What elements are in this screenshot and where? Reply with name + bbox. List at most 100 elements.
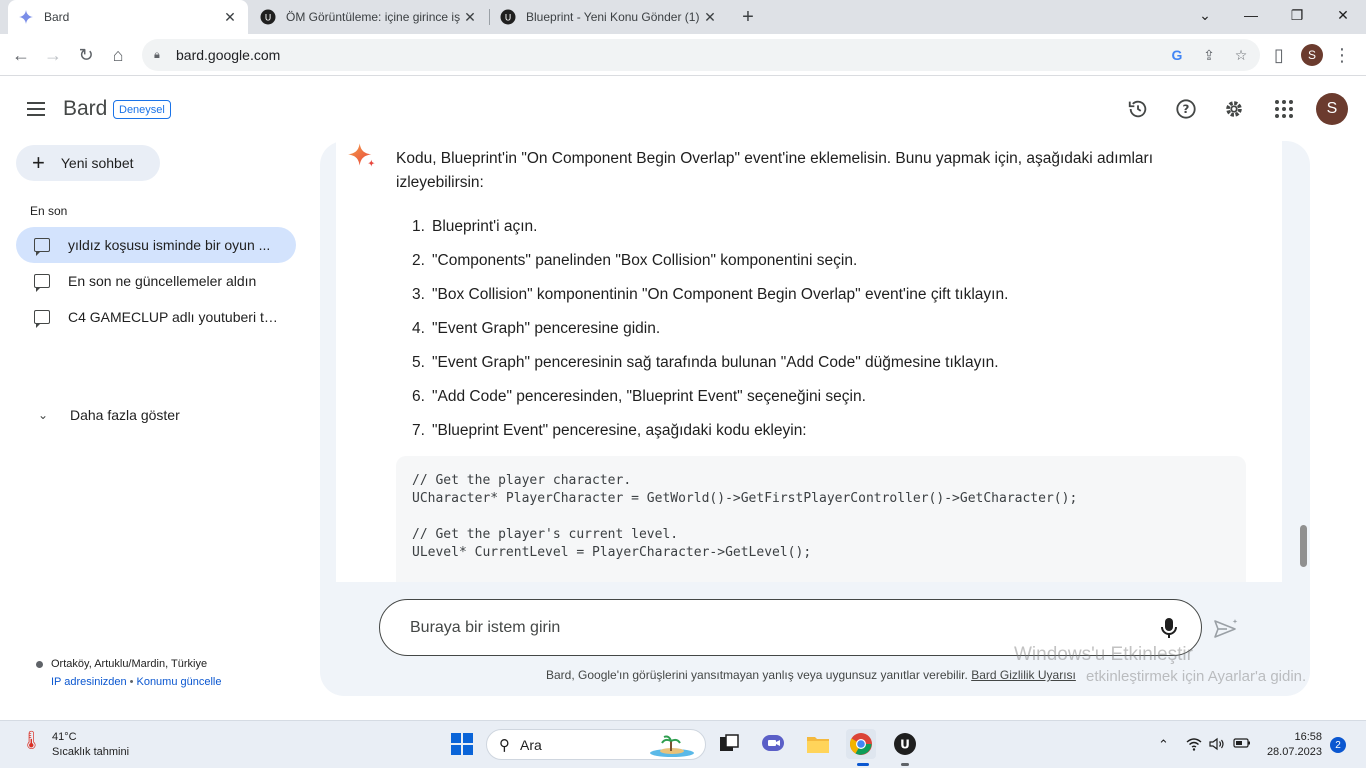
app-brand: Bard [63, 97, 108, 120]
activation-watermark-title: Windows'u Etkinleştir [1014, 644, 1193, 665]
tab-blueprint[interactable]: U Blueprint - Yeni Konu Gönder (1) ✕ [490, 0, 728, 34]
app-header: Bard Deneysel ? S [0, 77, 1366, 141]
microphone-icon[interactable] [1160, 616, 1178, 640]
recent-heading: En son [30, 204, 68, 218]
response-intro: Kodu, Blueprint'in "On Component Begin O… [396, 150, 1154, 191]
settings-icon[interactable] [1222, 97, 1246, 121]
send-icon[interactable] [1213, 618, 1239, 640]
bard-sparkle-icon [18, 9, 34, 25]
history-item[interactable]: En son ne güncellemeler aldın [16, 263, 296, 299]
step-text: "Components" panelinden "Box Collision" … [432, 252, 858, 269]
location-dot-icon [36, 660, 43, 668]
new-chat-button[interactable]: + Yeni sohbet [16, 145, 160, 181]
side-panel-icon[interactable]: ▯ [1266, 42, 1292, 68]
close-tab-icon[interactable]: ✕ [702, 9, 718, 25]
back-icon[interactable]: ← [8, 42, 34, 68]
show-hidden-icons[interactable]: ⌃ [1158, 737, 1169, 753]
show-more-label: Daha fazla göster [70, 407, 180, 423]
chat-bubble-icon [34, 238, 50, 256]
tab-om-goruntuleme[interactable]: U ÖM Görüntüleme: içine girince iş ✕ [250, 0, 488, 34]
tab-bard[interactable]: Bard ✕ [8, 0, 248, 34]
apps-grid-icon[interactable] [1272, 97, 1296, 121]
home-icon[interactable]: ⌂ [105, 42, 131, 68]
conversation-area: Kodu, Blueprint'in "On Component Begin O… [336, 141, 1282, 582]
unreal-engine-icon: U [260, 9, 276, 25]
url-text: bard.google.com [176, 47, 281, 63]
step-item: 1. Blueprint'i açın. [412, 215, 1252, 249]
taskbar-search[interactable]: ⚲ Ara [486, 729, 706, 760]
tab-title: Bard [44, 10, 70, 24]
step-text: "Event Graph" penceresine gidin. [432, 320, 661, 337]
unreal-engine-icon: U [500, 9, 516, 25]
help-icon[interactable]: ? [1174, 97, 1198, 121]
chrome-icon[interactable] [846, 729, 876, 759]
menu-icon[interactable] [24, 97, 48, 121]
search-label: Ara [520, 736, 542, 753]
disclaimer: Bard, Google'ın görüşlerini yansıtmayan … [546, 668, 1076, 682]
windows-start-icon[interactable] [447, 729, 477, 759]
tab-title: ÖM Görüntüleme: içine girince iş [286, 10, 461, 24]
svg-text:?: ? [1183, 102, 1190, 116]
new-chat-label: Yeni sohbet [60, 155, 134, 171]
system-clock[interactable]: 16:58 28.07.2023 [1262, 730, 1322, 760]
forward-icon[interactable]: → [40, 42, 66, 68]
chat-bubble-icon [34, 274, 50, 292]
history-item[interactable]: yıldız koşusu isminde bir oyun ... [16, 227, 296, 263]
close-window-button[interactable]: ✕ [1320, 0, 1366, 30]
response-steps: 1. Blueprint'i açın. 2. "Components" panel… [412, 215, 1252, 453]
close-tab-icon[interactable]: ✕ [222, 9, 238, 25]
update-location-link[interactable]: Konumu güncelle [136, 676, 221, 688]
code-block: // Get the player character. UCharacter*… [396, 456, 1246, 582]
running-app-indicator [901, 763, 909, 766]
task-view-icon[interactable] [714, 729, 744, 759]
unreal-engine-icon[interactable]: U [890, 729, 920, 759]
temperature: 41°C [52, 731, 77, 743]
history-item[interactable]: C4 GAMECLUP adlı youtuberi ta... [16, 299, 296, 335]
share-icon[interactable]: ⇪ [1200, 47, 1218, 63]
step-item: 6. "Add Code" penceresinden, "Blueprint E… [412, 385, 1252, 419]
history-icon[interactable] [1126, 97, 1150, 121]
svg-text:U: U [265, 14, 272, 24]
close-tab-icon[interactable]: ✕ [462, 9, 478, 25]
step-item: 7. "Blueprint Event" penceresine, aşağıda… [412, 419, 1252, 453]
profile-avatar[interactable]: S [1301, 44, 1323, 66]
battery-icon[interactable] [1233, 737, 1251, 752]
history-item-label: yıldız koşusu isminde bir oyun ... [68, 237, 271, 253]
step-text: "Blueprint Event" penceresine, aşağıdaki… [432, 422, 807, 439]
address-bar[interactable]: 🔒︎ bard.google.com G ⇪ ☆ [142, 39, 1260, 71]
google-translate-icon[interactable]: G [1168, 47, 1186, 63]
tab-search-chevron-icon[interactable]: ⌄ [1182, 0, 1228, 30]
weather-label: Sıcaklık tahmini [52, 746, 130, 758]
step-text: "Box Collision" komponentinin "On Compon… [432, 286, 1009, 303]
link-separator: • [129, 676, 134, 688]
new-tab-button[interactable]: + [736, 5, 760, 29]
wifi-icon[interactable] [1186, 737, 1202, 754]
volume-icon[interactable] [1209, 737, 1225, 754]
step-text: "Event Graph" penceresinin sağ tarafında… [432, 354, 999, 371]
scrollbar-thumb[interactable] [1300, 525, 1307, 567]
bard-sparkle-icon [348, 141, 376, 169]
chat-app-icon[interactable] [758, 729, 788, 759]
bookmark-star-icon[interactable]: ☆ [1232, 47, 1250, 63]
prompt-input[interactable] [410, 616, 1110, 640]
show-more-button[interactable]: ⌄ Daha fazla göster [30, 407, 180, 423]
reload-icon[interactable]: ↻ [73, 42, 99, 68]
windows-taskbar: 🌡︎ 41°C Sıcaklık tahmini ⚲ Ara U ⌃ 16:58… [0, 720, 1366, 768]
minimize-button[interactable]: — [1228, 0, 1274, 30]
ip-address-link[interactable]: IP adresinizden [51, 676, 127, 688]
history-item-label: En son ne güncellemeler aldın [68, 273, 257, 289]
chrome-menu-icon[interactable]: ⋮ [1329, 42, 1355, 68]
notification-badge[interactable]: 2 [1330, 737, 1346, 753]
tab-title: Blueprint - Yeni Konu Gönder (1) [526, 10, 700, 24]
disclaimer-text: Bard, Google'ın görüşlerini yansıtmayan … [546, 668, 968, 682]
step-item: 2. "Components" panelinden "Box Collision… [412, 249, 1252, 283]
file-explorer-icon[interactable] [803, 729, 833, 759]
location-links: IP adresinizden • Konumu güncelle [51, 676, 222, 688]
weather-widget[interactable]: 🌡︎ 41°C Sıcaklık tahmini [20, 730, 129, 760]
privacy-link[interactable]: Bard Gizlilik Uyarısı [971, 668, 1076, 682]
browser-tabstrip: Bard ✕ U ÖM Görüntüleme: içine girince i… [0, 0, 1366, 34]
user-avatar[interactable]: S [1316, 93, 1348, 125]
maximize-button[interactable]: ❐ [1274, 0, 1320, 30]
history-item-label: C4 GAMECLUP adlı youtuberi ta... [68, 309, 282, 325]
svg-text:U: U [505, 14, 512, 24]
